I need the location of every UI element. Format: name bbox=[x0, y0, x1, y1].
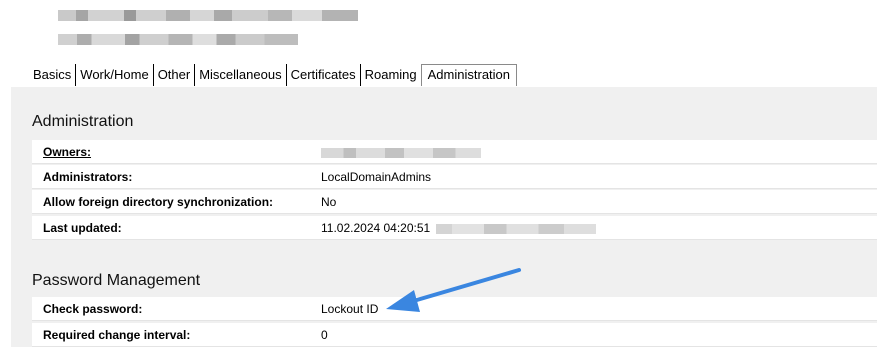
administrators-value: LocalDomainAdmins bbox=[321, 170, 432, 184]
tab-other[interactable]: Other bbox=[154, 64, 196, 86]
row-last-updated: Last updated: 11.02.2024 04:20:51 bbox=[32, 216, 877, 240]
tab-basics[interactable]: Basics bbox=[31, 64, 77, 86]
row-check-password: Check password: Lockout ID bbox=[32, 297, 877, 321]
tab-administration[interactable]: Administration bbox=[420, 64, 518, 86]
tab-miscellaneous[interactable]: Miscellaneous bbox=[195, 64, 287, 86]
section-title-administration: Administration bbox=[32, 113, 134, 130]
row-administrators: Administrators: LocalDomainAdmins bbox=[32, 165, 877, 189]
required-change-interval-value: 0 bbox=[321, 328, 328, 342]
last-updated-label: Last updated: bbox=[43, 221, 122, 235]
owners-label[interactable]: Owners: bbox=[43, 145, 91, 159]
foreign-sync-value: No bbox=[321, 195, 337, 209]
required-change-interval-label: Required change interval: bbox=[43, 328, 191, 342]
tab-certificates[interactable]: Certificates bbox=[287, 64, 361, 86]
tab-bar: Basics Work/Home Other Miscellaneous Cer… bbox=[31, 64, 518, 86]
last-updated-timestamp: 11.02.2024 04:20:51 bbox=[321, 221, 431, 235]
check-password-label: Check password: bbox=[43, 302, 143, 316]
row-foreign-sync: Allow foreign directory synchronization:… bbox=[32, 190, 877, 214]
administrators-label: Administrators: bbox=[43, 170, 133, 184]
row-owners: Owners: bbox=[32, 140, 877, 164]
check-password-value: Lockout ID bbox=[321, 302, 379, 316]
tab-work-home[interactable]: Work/Home bbox=[76, 64, 154, 86]
owners-value bbox=[321, 145, 481, 159]
last-updated-value: 11.02.2024 04:20:51 bbox=[321, 221, 596, 235]
foreign-sync-label: Allow foreign directory synchronization: bbox=[43, 195, 274, 209]
section-title-password-management: Password Management bbox=[32, 272, 201, 289]
row-required-change-interval: Required change interval: 0 bbox=[32, 323, 877, 347]
tab-roaming[interactable]: Roaming bbox=[361, 64, 421, 86]
